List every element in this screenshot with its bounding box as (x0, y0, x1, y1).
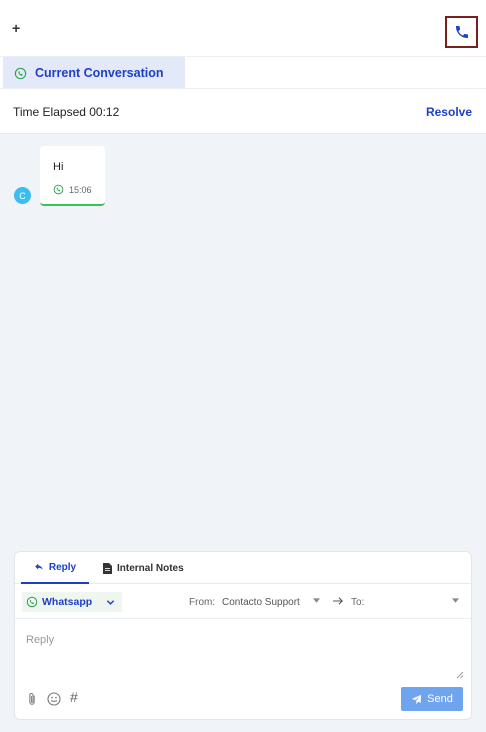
resize-handle-icon[interactable] (456, 671, 464, 679)
message-text: Hi (53, 161, 64, 173)
top-bar: + (0, 0, 486, 56)
emoji-icon[interactable] (47, 692, 61, 706)
send-label: Send (427, 693, 453, 705)
hashtag-icon[interactable]: # (70, 689, 78, 705)
from-select[interactable]: Contacto Support (222, 597, 300, 608)
reply-icon (35, 563, 43, 570)
call-button[interactable] (445, 16, 478, 48)
tab-notes-label: Internal Notes (117, 562, 184, 574)
tab-reply-label: Reply (48, 561, 77, 573)
message-bubble: Hi 15:06 (40, 146, 105, 206)
reply-composer: Reply Internal Notes Whatsapp From: Cont… (14, 551, 472, 720)
send-icon (412, 694, 422, 704)
composer-tabs: Reply Internal Notes (15, 552, 471, 584)
document-icon (103, 562, 112, 574)
message-meta: 15:06 (53, 184, 92, 195)
channel-label: Whatsapp (42, 596, 93, 608)
conversation-header: Time Elapsed 00:12 Resolve (0, 88, 486, 134)
caret-down-icon[interactable] (452, 598, 459, 604)
caret-down-icon[interactable] (313, 598, 320, 604)
arrow-right-icon (333, 597, 343, 605)
tab-reply[interactable]: Reply (21, 552, 89, 584)
conversation-tabs: Current Conversation (0, 56, 486, 89)
channel-row: Whatsapp From: Contacto Support To: (15, 585, 471, 619)
tab-current-conversation[interactable]: Current Conversation (3, 57, 185, 89)
from-label: From: (189, 597, 216, 608)
add-button[interactable]: + (12, 20, 20, 36)
reply-input[interactable] (26, 634, 426, 646)
tab-internal-notes[interactable]: Internal Notes (103, 552, 184, 584)
message-time: 15:06 (69, 184, 92, 195)
avatar: C (14, 187, 31, 204)
resolve-button[interactable]: Resolve (426, 105, 472, 119)
send-button[interactable]: Send (401, 687, 463, 711)
whatsapp-icon (26, 596, 38, 608)
whatsapp-icon (53, 184, 64, 195)
phone-icon (455, 26, 468, 38)
time-elapsed: Time Elapsed 00:12 (13, 105, 120, 119)
channel-select[interactable]: Whatsapp (22, 592, 122, 612)
chevron-down-icon (107, 599, 115, 605)
to-label: To: (351, 597, 365, 608)
tab-label: Current Conversation (35, 66, 164, 80)
paperclip-icon[interactable] (27, 692, 37, 706)
whatsapp-icon (14, 67, 27, 79)
